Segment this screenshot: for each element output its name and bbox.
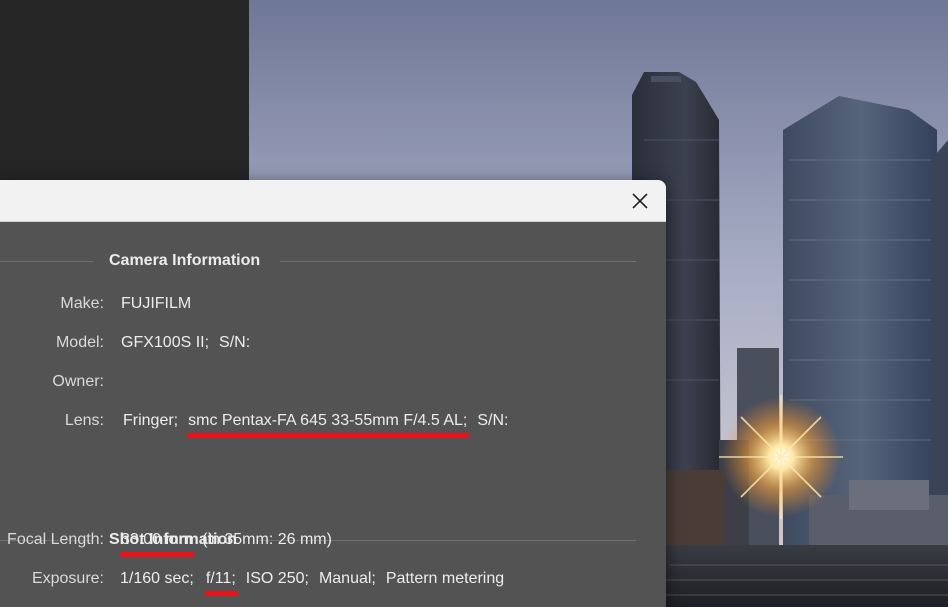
focal-length-row: Focal Length: 33.00 mm (in 35mm: 26 mm) xyxy=(0,529,332,557)
model-value: GFX100S II; xyxy=(121,334,210,351)
dialog-titlebar xyxy=(0,180,666,222)
lens-brand: Fringer; xyxy=(123,412,179,429)
lens-serial: S/N: xyxy=(477,412,509,429)
exposure-row: Exposure: 1/160 sec; f/11; ISO 250; Manu… xyxy=(0,568,505,596)
make-label: Make: xyxy=(60,295,104,312)
close-button[interactable] xyxy=(628,189,652,213)
dialog-content: Camera Information Make: FUJIFILM Model:… xyxy=(0,222,666,607)
exposure-shutter: 1/160 sec; xyxy=(120,570,194,587)
model-row: Model: GFX100S II; S/N: xyxy=(0,332,250,354)
exposure-iso: ISO 250; xyxy=(245,570,309,587)
divider xyxy=(0,260,93,262)
make-value: FUJIFILM xyxy=(121,295,192,312)
file-info-dialog: Camera Information Make: FUJIFILM Model:… xyxy=(0,180,666,607)
divider xyxy=(280,260,636,262)
owner-row: Owner: xyxy=(0,371,104,393)
model-serial: S/N: xyxy=(219,334,251,351)
focal-length-label: Focal Length: xyxy=(7,531,104,548)
camera-section-header: Camera Information xyxy=(0,251,636,271)
exposure-metering: Pattern metering xyxy=(385,570,505,587)
owner-label: Owner: xyxy=(52,373,104,390)
make-row: Make: FUJIFILM xyxy=(0,293,191,315)
focal-length-value: 33.00 mm xyxy=(118,531,195,557)
focal-length-35mm: (in 35mm: 26 mm) xyxy=(202,531,332,548)
camera-section-title: Camera Information xyxy=(109,252,261,269)
exposure-mode: Manual; xyxy=(318,570,376,587)
exposure-label: Exposure: xyxy=(31,570,104,587)
exposure-aperture: f/11; xyxy=(203,570,238,596)
lens-label: Lens: xyxy=(64,412,104,429)
lens-name: smc Pentax-FA 645 33-55mm F/4.5 AL; xyxy=(186,412,470,438)
close-icon xyxy=(632,193,648,209)
lens-row: Lens: Fringer; smc Pentax-FA 645 33-55mm… xyxy=(0,410,509,438)
screen: Camera Information Make: FUJIFILM Model:… xyxy=(0,0,948,607)
model-label: Model: xyxy=(55,334,104,351)
